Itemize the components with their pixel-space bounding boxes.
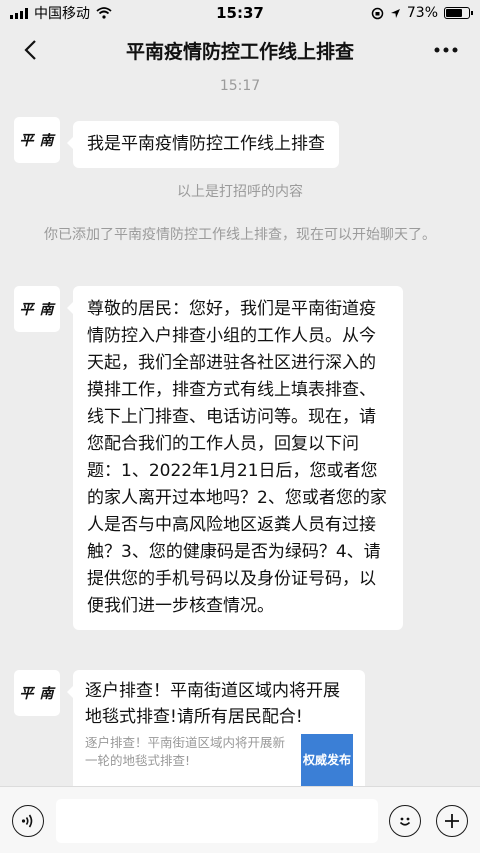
link-card[interactable]: 逐户排查！平南街道区域内将开展地毯式排查!请所有居民配合! 逐户排查！平南街道区… xyxy=(67,670,365,786)
system-message-greeting: 以上是打招呼的内容 xyxy=(177,184,303,200)
avatar[interactable]: 平南 xyxy=(14,286,60,332)
status-bar: 中国移动 15:37 73% xyxy=(0,0,480,26)
status-left: 中国移动 xyxy=(10,3,112,23)
voice-icon[interactable] xyxy=(12,805,44,837)
wifi-icon xyxy=(96,7,112,19)
battery-percent: 73% xyxy=(406,5,438,21)
link-card-body: 逐户排查！平南街道区域内将开展新一轮的地毯式排查! 权威发布 xyxy=(85,734,353,786)
link-card-thumbnail: 权威发布 xyxy=(301,734,353,786)
battery-fill xyxy=(446,9,463,17)
chat-title: 平南疫情防控工作线上排查 xyxy=(125,40,354,63)
link-card-title: 逐户排查！平南街道区域内将开展地毯式排查!请所有居民配合! xyxy=(85,681,340,727)
plus-icon[interactable] xyxy=(436,805,468,837)
message-timestamp: 15:17 xyxy=(219,78,261,94)
more-dots-icon[interactable] xyxy=(430,34,462,66)
chat-area[interactable]: 15:17 平南 我是平南疫情防控工作线上排查 以上是打招呼的内容 你已添加了平… xyxy=(0,74,480,786)
message-bubble[interactable]: 我是平南疫情防控工作线上排查 xyxy=(67,121,339,168)
message-input[interactable] xyxy=(56,799,378,843)
carrier-label: 中国移动 xyxy=(34,6,90,22)
system-message-added: 你已添加了平南疫情防控工作线上排查，现在可以开始聊天了。 xyxy=(44,227,436,243)
emoji-icon[interactable] xyxy=(389,805,421,837)
status-right: 73% xyxy=(371,5,473,21)
nav-bar: 平南疫情防控工作线上排查 xyxy=(0,26,480,74)
avatar[interactable]: 平南 xyxy=(14,670,60,716)
battery-icon xyxy=(444,7,473,19)
rotation-lock-icon xyxy=(371,7,384,19)
link-card-description: 逐户排查！平南街道区域内将开展新一轮的地毯式排查! xyxy=(85,735,286,768)
input-bar xyxy=(0,786,480,853)
signal-icon xyxy=(10,7,28,19)
chevron-left-icon[interactable] xyxy=(14,34,46,66)
message-bubble[interactable]: 尊敬的居民：您好，我们是平南街道疫情防控入户排查小组的工作人员。从今天起，我们全… xyxy=(67,286,403,630)
avatar[interactable]: 平南 xyxy=(14,117,60,163)
location-icon xyxy=(390,8,400,18)
